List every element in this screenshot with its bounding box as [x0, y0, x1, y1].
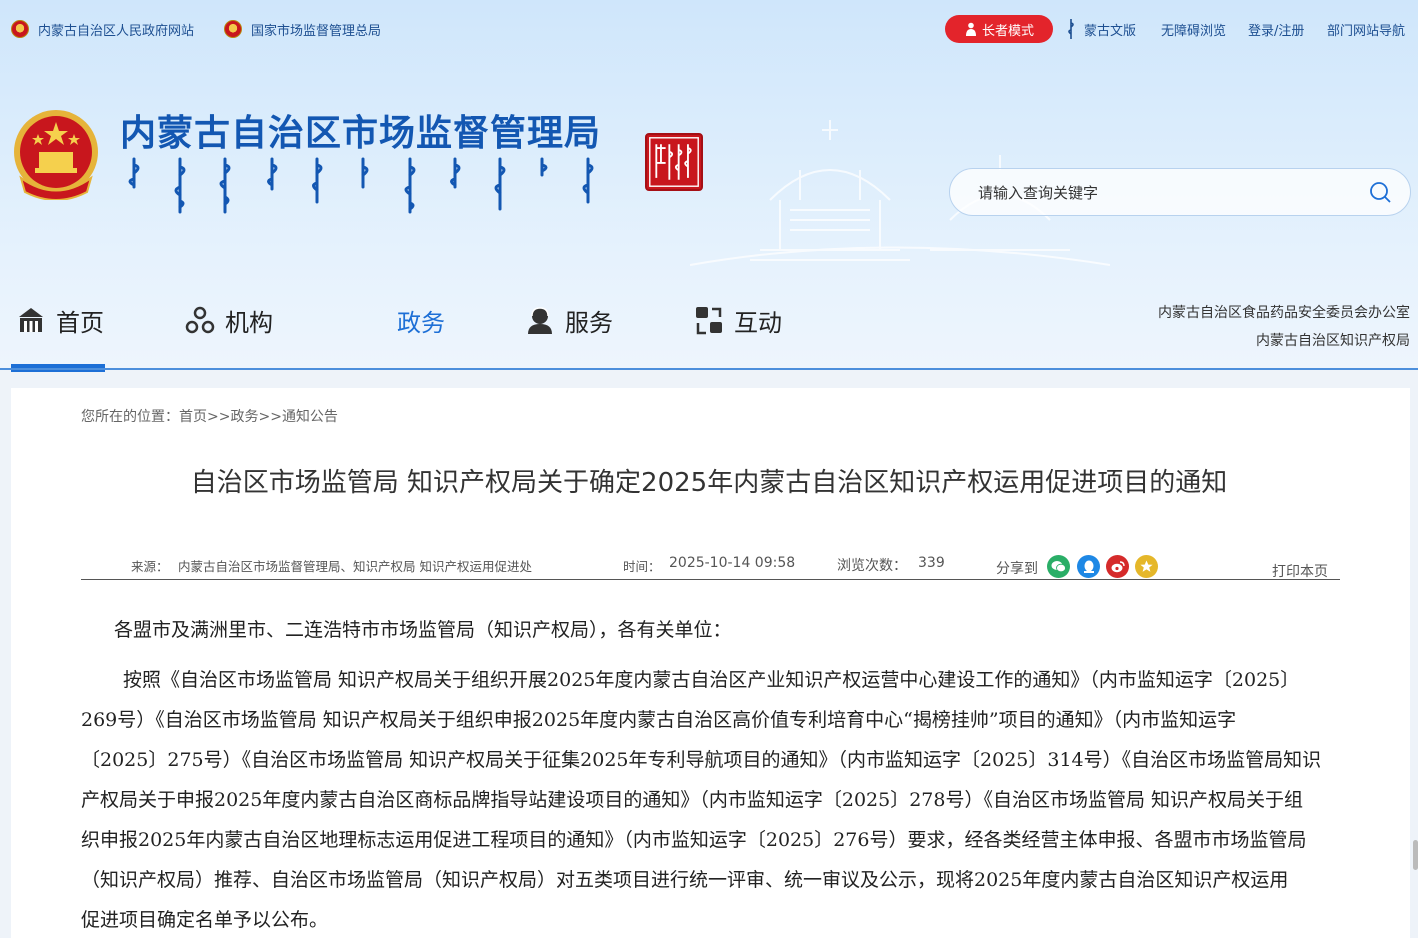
article-body-line: 〔2025〕275号）《自治区市场监管局 知识产权局关于征集2025年专利导航项… [81, 749, 1322, 771]
mongolian-script-icon [1068, 19, 1074, 39]
national-emblem-icon [224, 20, 242, 38]
source-label: 来源： [131, 559, 169, 574]
nav-item-government-affairs[interactable]: 政务 [397, 300, 445, 340]
gov-site-link[interactable]: 内蒙古自治区人民政府网站 [11, 18, 194, 40]
breadcrumb-prefix: 您所在的位置： [81, 409, 179, 425]
nav-label-home: 首页 [56, 308, 104, 337]
time-label: 时间： [623, 559, 661, 574]
nav-item-service[interactable]: 服务 [525, 300, 613, 340]
mongolia-seal-logo [645, 133, 703, 191]
nav-label-interaction: 互动 [734, 308, 782, 337]
nav-item-organization[interactable]: 机构 [185, 300, 273, 340]
favorite-share-icon[interactable] [1135, 555, 1158, 578]
breadcrumb-separator: >> [207, 409, 231, 425]
meta-divider [81, 579, 1340, 580]
home-icon [19, 308, 43, 332]
login-register-link[interactable]: 登录/注册 [1248, 18, 1304, 40]
interaction-icon [696, 307, 722, 335]
samr-site-label: 国家市场监督管理总局 [251, 23, 382, 39]
qq-share-icon[interactable] [1077, 555, 1100, 578]
article-body-line: 产权局关于申报2025年度内蒙古自治区商标品牌指导站建设项目的通知》（内市监知运… [81, 789, 1304, 811]
views-label: 浏览次数： [837, 558, 907, 574]
mongolian-version-label: 蒙古文版 [1084, 23, 1137, 39]
top-bar: 内蒙古自治区人民政府网站 国家市场监督管理总局 长者模式 蒙古文版 无障碍浏览 … [0, 0, 1418, 56]
mongolian-version-link[interactable]: 蒙古文版 [1066, 18, 1136, 40]
elder-mode-button[interactable]: 长者模式 [945, 15, 1053, 43]
wechat-share-icon[interactable] [1047, 555, 1070, 578]
nav-label-organization: 机构 [225, 308, 273, 337]
article-body-line: 269号）《自治区市场监管局 知识产权局关于组织申报2025年度内蒙古自治区高价… [81, 709, 1237, 731]
nav-item-interaction[interactable]: 互动 [694, 300, 782, 340]
breadcrumb-notices[interactable]: 通知公告 [282, 409, 338, 425]
nav-item-home[interactable]: 首页 [16, 300, 104, 340]
search-icon[interactable] [1368, 180, 1392, 204]
ip-office-link[interactable]: 内蒙古自治区知识产权局 [1256, 330, 1410, 350]
search-box [949, 168, 1411, 216]
article-body-line: （知识产权局）推荐、自治区市场监管局（知识产权局）对五类项目进行统一评审、统一审… [81, 869, 1289, 891]
organization-icon [185, 306, 215, 334]
search-input[interactable] [978, 179, 1358, 207]
article-body-line: 织申报2025年内蒙古自治区地理标志运用促进工程项目的通知》（内市监知运字〔20… [81, 829, 1307, 851]
service-icon [528, 307, 552, 334]
article-body-line: 按照《自治区市场监管局 知识产权局关于组织开展2025年度内蒙古自治区产业知识产… [123, 669, 1300, 691]
weibo-share-icon[interactable] [1106, 555, 1129, 578]
mongolian-script-title [128, 157, 594, 214]
nav-label-service: 服务 [565, 308, 613, 337]
person-icon [965, 22, 976, 36]
article-greeting: 各盟市及满洲里市、二连浩特市市场监管局（知识产权局），各有关单位： [114, 619, 732, 641]
national-emblem-icon [11, 20, 29, 38]
elder-mode-label: 长者模式 [981, 23, 1034, 39]
breadcrumb-separator: >> [258, 409, 282, 425]
nav-label-government-affairs: 政务 [397, 308, 445, 337]
breadcrumb-government-affairs[interactable]: 政务 [230, 409, 258, 425]
print-page-link[interactable]: 打印本页 [1272, 561, 1328, 581]
article-body-line: 促进项目确定名单予以公布。 [81, 909, 329, 931]
national-emblem-logo[interactable] [11, 108, 101, 200]
breadcrumb-home[interactable]: 首页 [179, 409, 207, 425]
share-label: 分享到 [996, 561, 1038, 577]
breadcrumb: 您所在的位置：首页>>政务>>通知公告 [81, 406, 338, 426]
article-title: 自治区市场监管局 知识产权局关于确定2025年内蒙古自治区知识产权运用促进项目的… [190, 468, 1228, 498]
gov-site-label: 内蒙古自治区人民政府网站 [38, 23, 195, 39]
food-drug-safety-office-link[interactable]: 内蒙古自治区食品药品安全委员会办公室 [1158, 302, 1410, 322]
samr-site-link[interactable]: 国家市场监督管理总局 [224, 18, 381, 40]
source-value: 内蒙古自治区市场监督管理局、知识产权局 知识产权运用促进处 [178, 559, 532, 574]
site-title[interactable]: 内蒙古自治区市场监督管理局 [120, 104, 601, 156]
time-value: 2025-10-14 09:58 [669, 555, 796, 571]
views-count: 339 [918, 555, 945, 571]
nav-divider [0, 368, 1418, 370]
department-nav-link[interactable]: 部门网站导航 [1327, 18, 1405, 40]
accessible-browse-link[interactable]: 无障碍浏览 [1161, 18, 1226, 40]
scrollbar-thumb[interactable] [1413, 840, 1418, 870]
